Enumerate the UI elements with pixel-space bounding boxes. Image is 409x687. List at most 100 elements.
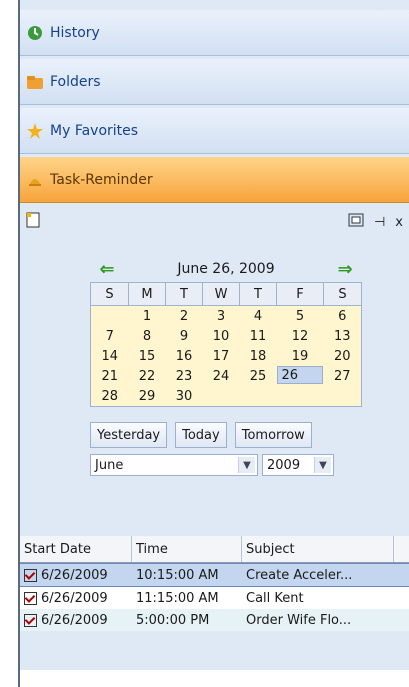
chevron-down-icon[interactable]: ▼ bbox=[238, 457, 255, 473]
calendar-day[interactable]: 3 bbox=[203, 306, 240, 327]
calendar-day[interactable]: 15 bbox=[129, 346, 166, 366]
table-header: Start Date Time Subject bbox=[20, 536, 409, 563]
month-select-value: June bbox=[95, 457, 124, 473]
history-icon bbox=[26, 24, 44, 42]
bell-icon bbox=[26, 171, 44, 189]
row-date-cell: 6/26/2009 bbox=[20, 591, 132, 606]
calendar-day[interactable]: 9 bbox=[166, 326, 203, 346]
calendar-day[interactable]: 17 bbox=[203, 346, 240, 366]
calendar-day[interactable]: 20 bbox=[323, 346, 361, 366]
row-date: 6/26/2009 bbox=[41, 590, 108, 606]
calendar-empty-cell bbox=[203, 386, 240, 407]
year-select-value: 2009 bbox=[267, 457, 301, 473]
folder-icon bbox=[26, 73, 44, 91]
weekday-mon: M bbox=[128, 282, 166, 306]
table-row[interactable]: 6/26/2009 10:15:00 AM Create Acceler... bbox=[20, 563, 409, 587]
calendar-day[interactable]: 23 bbox=[166, 366, 203, 386]
calendar-day[interactable]: 11 bbox=[240, 326, 277, 346]
weekday-sat: S bbox=[322, 282, 363, 306]
row-date-cell: 6/26/2009 bbox=[20, 613, 132, 628]
task-checkbox-icon[interactable] bbox=[24, 613, 37, 627]
header-time[interactable]: Time bbox=[132, 536, 242, 562]
calendar-day[interactable]: 14 bbox=[91, 346, 129, 366]
date-buttons: Yesterday Today Tomorrow bbox=[90, 422, 312, 448]
tomorrow-label: Tomorrow bbox=[241, 427, 305, 443]
weekday-tue: T bbox=[165, 282, 203, 306]
prev-month-arrow-icon[interactable]: ⇐ bbox=[94, 259, 120, 280]
weekday-fri: F bbox=[276, 282, 324, 306]
calendar-empty-cell bbox=[91, 306, 129, 327]
task-checkbox-icon[interactable] bbox=[24, 591, 37, 605]
bottom-strip bbox=[20, 670, 409, 687]
row-time: 11:15:00 AM bbox=[136, 590, 219, 606]
calendar-day[interactable]: 6 bbox=[323, 306, 361, 327]
month-calendar: ⇐ June 26, 2009 ⇒ S M T W T F S 12345678… bbox=[90, 256, 363, 407]
nav-history[interactable]: History bbox=[20, 10, 409, 56]
nav-my-favorites[interactable]: My Favorites bbox=[20, 108, 409, 154]
table-row[interactable]: 6/26/2009 11:15:00 AM Call Kent bbox=[20, 587, 409, 609]
calendar-day[interactable]: 28 bbox=[91, 386, 129, 407]
yesterday-button[interactable]: Yesterday bbox=[90, 422, 168, 448]
nav-task-reminder[interactable]: Task-Reminder bbox=[20, 157, 409, 203]
nav-folders-label: Folders bbox=[50, 73, 101, 90]
new-task-icon[interactable] bbox=[26, 212, 40, 232]
calendar-day[interactable]: 1 bbox=[129, 306, 166, 327]
table-row[interactable]: 6/26/2009 5:00:00 PM Order Wife Flo... bbox=[20, 609, 409, 631]
star-icon bbox=[26, 122, 44, 140]
weekday-wed: W bbox=[202, 282, 240, 306]
calendar-empty-cell bbox=[240, 386, 277, 407]
weekday-sun: S bbox=[90, 282, 129, 306]
calendar-day[interactable]: 2 bbox=[166, 306, 203, 327]
today-label: Today bbox=[182, 427, 220, 443]
row-time: 5:00:00 PM bbox=[136, 612, 210, 628]
header-subject[interactable]: Subject bbox=[242, 536, 394, 562]
calendar-panel: ⇐ June 26, 2009 ⇒ S M T W T F S 12345678… bbox=[20, 236, 409, 536]
calendar-day[interactable]: 21 bbox=[91, 366, 129, 386]
row-subject: Create Acceler... bbox=[246, 567, 353, 583]
calendar-day[interactable]: 8 bbox=[129, 326, 166, 346]
nav-history-label: History bbox=[50, 24, 100, 41]
task-table: Start Date Time Subject 6/26/2009 10:15:… bbox=[20, 536, 409, 631]
calendar-day[interactable]: 16 bbox=[166, 346, 203, 366]
row-time: 10:15:00 AM bbox=[136, 567, 219, 583]
nav-my-favorites-label: My Favorites bbox=[50, 122, 139, 139]
calendar-day[interactable]: 19 bbox=[277, 346, 324, 366]
calendar-title: June 26, 2009 bbox=[177, 261, 275, 277]
calendar-day[interactable]: 7 bbox=[91, 326, 129, 346]
nav-folders[interactable]: Folders bbox=[20, 59, 409, 105]
calendar-day[interactable]: 27 bbox=[323, 366, 361, 386]
chevron-down-icon[interactable]: ▼ bbox=[314, 457, 331, 473]
calendar-empty-cell bbox=[323, 386, 361, 407]
task-checkbox-icon[interactable] bbox=[24, 568, 37, 582]
calendar-day[interactable]: 12 bbox=[277, 326, 324, 346]
window-icon[interactable] bbox=[348, 213, 364, 231]
next-month-arrow-icon[interactable]: ⇒ bbox=[332, 259, 358, 280]
calendar-day[interactable]: 26 bbox=[276, 366, 324, 384]
date-selects: June ▼ 2009 ▼ bbox=[90, 454, 334, 476]
calendar-day[interactable]: 24 bbox=[203, 366, 240, 386]
calendar-day[interactable]: 22 bbox=[129, 366, 166, 386]
month-select[interactable]: June ▼ bbox=[90, 454, 258, 476]
calendar-day[interactable]: 13 bbox=[323, 326, 361, 346]
calendar-header: ⇐ June 26, 2009 ⇒ bbox=[90, 256, 362, 282]
close-icon[interactable]: x bbox=[395, 215, 403, 230]
today-button[interactable]: Today bbox=[175, 422, 227, 448]
pin-icon[interactable]: ⊣ bbox=[374, 215, 385, 230]
row-date: 6/26/2009 bbox=[41, 567, 108, 583]
year-select[interactable]: 2009 ▼ bbox=[262, 454, 334, 476]
calendar-day[interactable]: 18 bbox=[240, 346, 277, 366]
calendar-day[interactable]: 10 bbox=[203, 326, 240, 346]
calendar-day[interactable]: 30 bbox=[166, 386, 203, 407]
task-toolbar: ⊣ x bbox=[20, 208, 409, 236]
row-date: 6/26/2009 bbox=[41, 612, 108, 628]
calendar-grid: S M T W T F S 1 2 3 4 5 6 7 8 9 10 11 12 13 14 15 16 17 1… bbox=[90, 282, 363, 407]
calendar-day[interactable]: 4 bbox=[240, 306, 277, 327]
calendar-day[interactable]: 29 bbox=[129, 386, 166, 407]
calendar-day[interactable]: 5 bbox=[277, 306, 324, 327]
tomorrow-button[interactable]: Tomorrow bbox=[234, 422, 312, 448]
row-date-cell: 6/26/2009 bbox=[20, 568, 132, 583]
header-start-date[interactable]: Start Date bbox=[20, 536, 132, 562]
toolbar-right: ⊣ x bbox=[348, 213, 403, 231]
calendar-day[interactable]: 25 bbox=[240, 366, 277, 386]
nav-task-reminder-label: Task-Reminder bbox=[50, 171, 153, 188]
